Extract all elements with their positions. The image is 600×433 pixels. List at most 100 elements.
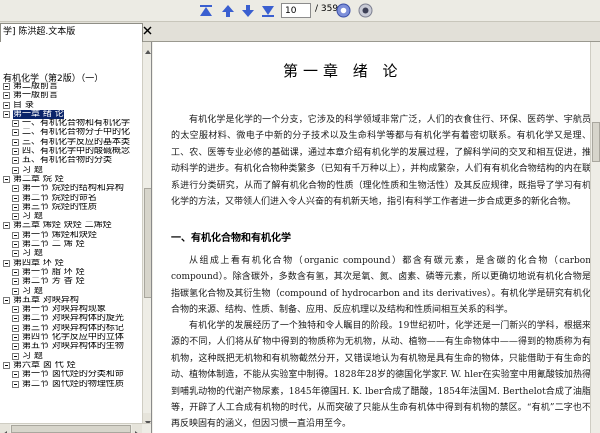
outline-tree: 第二版前言 第一版前言目 录第一章 绪 论一、有机化合物和有机化学 二、有机化合物分… [0, 82, 142, 389]
tree-toggle-icon[interactable] [12, 371, 19, 379]
tree-toggle-icon[interactable] [12, 250, 19, 258]
tree-toggle-icon[interactable] [12, 213, 19, 221]
document-vertical-scrollbar[interactable] [590, 42, 600, 433]
outline-item[interactable]: 第四章 环 烃 [0, 259, 142, 268]
document-tab[interactable]: 学] 陈洪超.文本版 [0, 23, 143, 42]
outline-item[interactable]: 第二节 芳 香 烃 [0, 277, 142, 286]
outline-item[interactable]: 三、有机化学反应的基本类 [0, 138, 142, 147]
outline-item[interactable]: 第二节 卤代烃的物理性质 [0, 380, 142, 389]
outline-item[interactable]: 第一节 卤代烃的分类和命 [0, 370, 142, 379]
tree-toggle-icon[interactable] [12, 148, 19, 156]
outline-item[interactable]: 二、有机化合物分子中的化 [0, 128, 142, 137]
tree-toggle-icon[interactable] [3, 101, 10, 109]
tree-toggle-icon[interactable] [12, 129, 19, 137]
scroll-left-arrow[interactable] [0, 424, 10, 433]
stop-button[interactable] [358, 3, 373, 18]
tree-toggle-icon[interactable] [12, 120, 19, 128]
outline-item[interactable]: 第五节 对映异构体的生物 [0, 342, 142, 351]
outline-horizontal-scrollbar[interactable] [0, 423, 151, 433]
chevron-up-icon [145, 50, 151, 54]
tree-toggle-icon[interactable] [12, 166, 19, 174]
outline-item[interactable]: 第三章 烯烃 炔烃 二烯烃 [0, 221, 142, 230]
outline-item[interactable]: 习 题 [0, 212, 142, 221]
tree-toggle-icon[interactable] [12, 334, 19, 342]
outline-item-label: 第二节 烷烃的命名 [22, 193, 97, 203]
outline-item[interactable]: 五、有机化合物的分类 [0, 156, 142, 165]
chapter-title: 第一章 绪 论 [283, 62, 403, 80]
tree-toggle-icon[interactable] [3, 83, 10, 90]
outline-item-label: 习 题 [22, 249, 43, 259]
tree-toggle-icon[interactable] [12, 287, 19, 295]
outline-item-label: 五、有机化合物的分类 [22, 156, 113, 166]
last-page-button[interactable] [260, 3, 275, 18]
tree-toggle-icon[interactable] [12, 380, 19, 388]
prev-page-button[interactable] [220, 3, 235, 18]
tree-toggle-icon[interactable] [12, 306, 19, 314]
outline-scroll-thumb[interactable] [144, 188, 151, 298]
outline-item[interactable]: 第五章 对映异构 [0, 296, 142, 305]
tree-toggle-icon[interactable] [12, 138, 19, 146]
next-page-button[interactable] [240, 3, 255, 18]
outline-item[interactable]: 第一节 烯烃和炔烃 [0, 231, 142, 240]
outline-item-label: 第三节 对映异构体的标记 [22, 323, 124, 333]
outline-vertical-scrollbar[interactable] [142, 42, 151, 425]
tree-toggle-icon[interactable] [12, 278, 19, 286]
tree-toggle-icon[interactable] [3, 222, 10, 230]
outline-item[interactable]: 习 题 [0, 287, 142, 296]
tree-toggle-icon[interactable] [3, 92, 10, 100]
outline-item[interactable]: 第一章 绪 论 [0, 109, 142, 120]
outline-item-label: 第二版前言 [13, 82, 59, 91]
outline-item-label: 第一节 烷烃的结构和异构 [22, 184, 124, 194]
outline-item[interactable]: 第三节 对映异构体的标记 [0, 324, 142, 333]
tree-toggle-icon[interactable] [12, 324, 19, 332]
outline-item[interactable]: 第一版前言 [0, 91, 142, 100]
outline-item[interactable]: 四、有机化学中的酸碱概念 [0, 147, 142, 156]
outline-item[interactable]: 一、有机化合物和有机化学 [0, 119, 142, 128]
outline-item[interactable]: 习 题 [0, 249, 142, 258]
tree-toggle-icon[interactable] [12, 241, 19, 249]
outline-item-label: 第一节 脂 环 烃 [22, 267, 85, 277]
outline-item[interactable]: 第一节 对映异构现象 [0, 305, 142, 314]
tree-toggle-icon[interactable] [12, 231, 19, 239]
outline-item[interactable]: 第二章 烷 烃 [0, 175, 142, 184]
outline-item[interactable]: 第二节 对映异构体的旋光 [0, 314, 142, 323]
outline-item[interactable]: 第三节 烷烃的性质 [0, 203, 142, 212]
outline-item-label: 第六章 卤 代 烃 [13, 360, 76, 370]
go-button[interactable] [336, 3, 351, 18]
outline-item[interactable]: 第四节 化学反应中的立体 [0, 333, 142, 342]
page-number-input[interactable] [281, 3, 311, 18]
scroll-down-arrow[interactable] [143, 413, 151, 425]
first-page-button[interactable] [198, 3, 213, 18]
scroll-right-arrow[interactable] [132, 424, 142, 433]
tree-toggle-icon[interactable] [3, 296, 10, 304]
document-scroll-thumb[interactable] [592, 122, 600, 162]
tree-toggle-icon[interactable] [3, 175, 10, 183]
outline-item[interactable]: 第一节 脂 环 烃 [0, 268, 142, 277]
outline-item[interactable]: 第二节 二 烯 烃 [0, 240, 142, 249]
tree-toggle-icon[interactable] [3, 259, 10, 267]
scroll-up-arrow[interactable] [143, 42, 151, 54]
outline-item[interactable]: 第二版前言 [0, 82, 142, 91]
close-icon[interactable] [143, 26, 152, 35]
outline-item[interactable]: 习 题 [0, 166, 142, 175]
outline-item[interactable]: 目 录 [0, 101, 142, 110]
tree-toggle-icon[interactable] [3, 361, 10, 369]
tree-toggle-icon[interactable] [12, 268, 19, 276]
tree-toggle-icon[interactable] [3, 110, 10, 118]
tree-toggle-icon[interactable] [12, 185, 19, 193]
outline-hscroll-thumb[interactable] [11, 425, 131, 433]
tree-toggle-icon[interactable] [12, 352, 19, 360]
tree-toggle-icon[interactable] [12, 157, 19, 165]
tree-toggle-icon[interactable] [12, 315, 19, 323]
outline-item-label: 目 录 [13, 100, 34, 110]
tree-toggle-icon[interactable] [12, 194, 19, 202]
page-total: / 359 [315, 4, 339, 14]
outline-item-label: 第二节 对映异构体的旋光 [22, 314, 124, 324]
outline-item-label: 第一版前言 [13, 91, 59, 101]
outline-item[interactable]: 习 题 [0, 352, 142, 361]
outline-item[interactable]: 第二节 烷烃的命名 [0, 194, 142, 203]
tree-toggle-icon[interactable] [12, 203, 19, 211]
outline-item[interactable]: 第一节 烷烃的结构和异构 [0, 184, 142, 193]
outline-item[interactable]: 第六章 卤 代 烃 [0, 361, 142, 370]
tree-toggle-icon[interactable] [12, 343, 19, 351]
